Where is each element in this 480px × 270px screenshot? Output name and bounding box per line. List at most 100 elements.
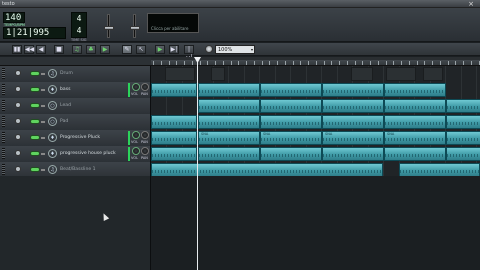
drag-handle-icon[interactable] — [2, 116, 5, 127]
pattern-clip[interactable] — [151, 131, 197, 145]
instrument-icon[interactable]: ♫ — [48, 69, 57, 78]
track-lane[interactable] — [151, 114, 480, 130]
pattern-clip[interactable] — [446, 131, 480, 145]
mute-toggle[interactable] — [30, 103, 40, 108]
empty-track-area[interactable] — [0, 176, 480, 270]
pattern-clip[interactable] — [322, 83, 384, 97]
instrument-icon[interactable]: ♫ — [48, 165, 57, 174]
track-header[interactable]: ♦ Progressive Pluck VOL PAN — [0, 130, 151, 146]
volume-knob[interactable] — [132, 131, 140, 139]
gear-icon[interactable] — [15, 134, 21, 140]
timeline-ruler[interactable] — [151, 57, 480, 66]
mute-toggle[interactable] — [30, 119, 40, 124]
pattern-clip[interactable] — [384, 83, 446, 97]
play-button[interactable]: ▶ — [155, 45, 165, 54]
zoom-select[interactable]: 100% ▾ — [215, 45, 255, 54]
pan-knob[interactable] — [141, 147, 149, 155]
pattern-clip[interactable]: SNA — [322, 131, 384, 145]
add-beat-button[interactable]: ♣ — [86, 45, 96, 54]
pattern-clip[interactable] — [399, 163, 480, 177]
pattern-clip[interactable] — [260, 83, 322, 97]
volume-knob[interactable] — [132, 83, 140, 91]
drag-handle-icon[interactable] — [2, 164, 5, 175]
time-display[interactable]: 1|21|995 — [3, 27, 66, 39]
tempo-display[interactable]: 140 — [3, 12, 25, 23]
track-lane[interactable] — [151, 146, 480, 162]
gear-icon[interactable] — [15, 70, 21, 76]
pattern-clip[interactable] — [446, 99, 480, 113]
mute-toggle[interactable] — [30, 151, 40, 156]
pattern-clip[interactable]: SNA — [198, 131, 260, 145]
instrument-icon[interactable]: ♦ — [48, 133, 57, 142]
pattern-clip[interactable] — [260, 147, 322, 161]
track-lane[interactable] — [151, 98, 480, 114]
pattern-clip[interactable] — [198, 147, 260, 161]
gear-icon[interactable] — [15, 166, 21, 172]
solo-toggle[interactable] — [41, 137, 45, 139]
master-volume-slider[interactable] — [104, 14, 114, 38]
mute-toggle[interactable] — [30, 167, 40, 172]
track-header[interactable]: ♦ progressive house pluck VOL PAN — [0, 146, 151, 162]
beat-pattern-block[interactable] — [211, 67, 225, 81]
drag-handle-icon[interactable] — [2, 148, 5, 159]
beat-pattern-block[interactable] — [423, 67, 443, 81]
solo-toggle[interactable] — [41, 105, 45, 107]
pattern-clip[interactable]: SNA — [260, 131, 322, 145]
draw-mode-button[interactable]: ✎ — [122, 45, 132, 54]
track-lane[interactable]: SNA SNA SNA SNA — [151, 130, 480, 146]
pan-knob[interactable] — [141, 83, 149, 91]
track-lane[interactable] — [151, 66, 480, 82]
track-name[interactable]: progressive house pluck — [60, 149, 116, 158]
instrument-icon[interactable]: ○ — [48, 101, 57, 110]
drag-handle-icon[interactable] — [2, 100, 5, 111]
time-signature[interactable]: 4 4 — [71, 12, 87, 38]
track-name[interactable]: Progressive Pluck — [60, 133, 100, 142]
pattern-clip[interactable] — [322, 115, 384, 129]
cpu-graph[interactable]: Clicca per abilitare — [147, 13, 199, 33]
pattern-clip[interactable] — [151, 83, 197, 97]
instrument-icon[interactable]: ♦ — [48, 149, 57, 158]
track-name[interactable]: Pad — [60, 117, 68, 126]
pattern-clip[interactable] — [384, 147, 446, 161]
gear-icon[interactable] — [15, 86, 21, 92]
playhead[interactable] — [194, 57, 201, 270]
instrument-icon[interactable]: ○ — [48, 117, 57, 126]
pattern-clip[interactable] — [384, 115, 446, 129]
stop-button[interactable]: ■ — [54, 45, 64, 54]
track-name[interactable]: bass — [60, 85, 71, 94]
master-pitch-handle[interactable] — [130, 26, 140, 30]
solo-toggle[interactable] — [41, 153, 45, 155]
volume-knob[interactable] — [132, 147, 140, 155]
pattern-clip[interactable] — [260, 115, 322, 129]
pattern-clip[interactable] — [322, 99, 384, 113]
add-sample-button[interactable]: ▶ — [100, 45, 110, 54]
drag-handle-icon[interactable] — [2, 84, 5, 95]
edit-mode-button[interactable]: ↖ — [136, 45, 146, 54]
beat-pattern-block[interactable] — [351, 67, 373, 81]
pattern-clip[interactable] — [151, 115, 197, 129]
beat-pattern-block[interactable] — [386, 67, 416, 81]
add-instrument-button[interactable]: ♫ — [72, 45, 82, 54]
pattern-clip[interactable] — [198, 83, 260, 97]
pattern-clip[interactable] — [198, 99, 260, 113]
close-icon[interactable]: × — [466, 0, 476, 8]
track-header[interactable]: ○ Pad — [0, 114, 151, 130]
pattern-clip[interactable] — [198, 115, 260, 129]
pan-knob[interactable] — [141, 131, 149, 139]
solo-toggle[interactable] — [41, 89, 45, 91]
gear-icon[interactable] — [15, 118, 21, 124]
pattern-clip[interactable]: SNA — [384, 131, 446, 145]
mute-toggle[interactable] — [30, 71, 40, 76]
track-header[interactable]: ○ Lead — [0, 98, 151, 114]
pattern-clip[interactable] — [151, 147, 197, 161]
gear-icon[interactable] — [15, 102, 21, 108]
instrument-icon[interactable]: ♦ — [48, 85, 57, 94]
mute-toggle[interactable] — [30, 87, 40, 92]
back-button[interactable]: ◀ — [36, 45, 46, 54]
track-name[interactable]: Lead — [60, 101, 71, 110]
rewind-button[interactable]: ◀◀ — [24, 45, 34, 54]
master-pitch-slider[interactable] — [130, 14, 140, 38]
beat-pattern-block[interactable] — [165, 67, 195, 81]
track-header[interactable]: ♦ bass VOL PAN — [0, 82, 151, 98]
solo-toggle[interactable] — [41, 121, 45, 123]
